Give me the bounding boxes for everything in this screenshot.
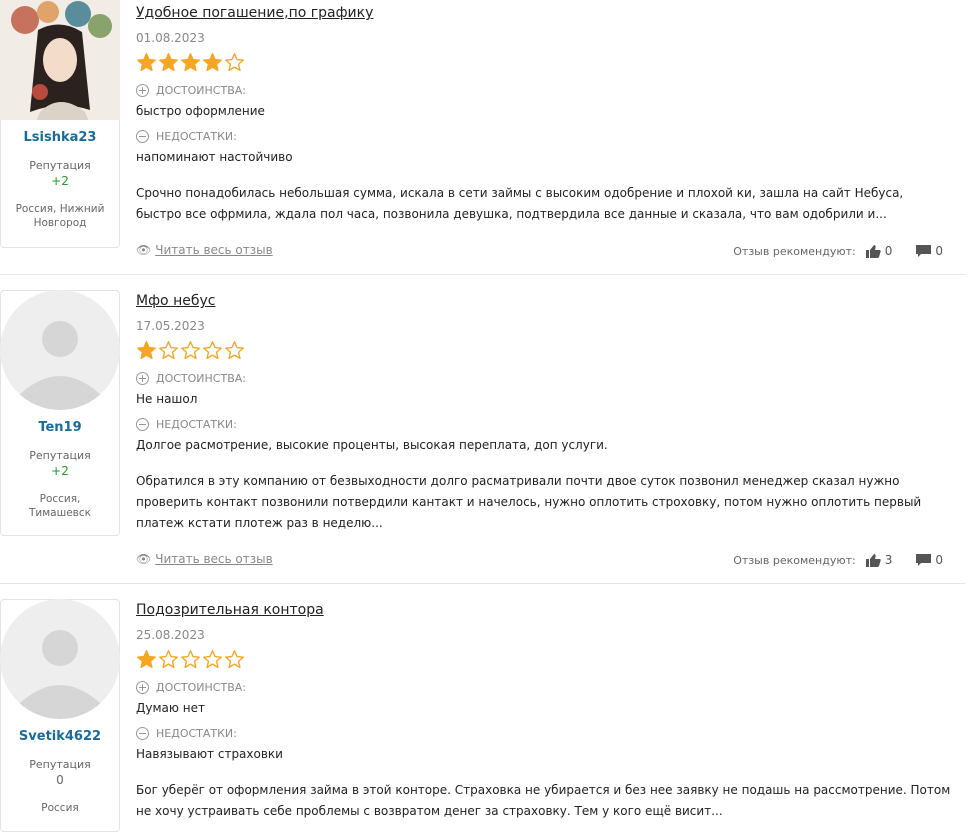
comment-icon[interactable] [916,553,932,567]
rating-stars [136,52,246,77]
likes-count: 0 [884,244,893,258]
star-filled-icon [159,53,178,72]
pros-label: + ДОСТОИНСТВА: [136,372,246,385]
review-title[interactable]: Удобное погашение,по графику [136,5,373,21]
recommend-block: Отзыв рекомендуют: 0 0 [733,244,943,258]
read-more: 👁 Читать весь отзыв [136,243,273,257]
star-empty-icon [159,341,178,360]
user-location: Россия, Тимашевск [29,493,91,519]
review-title[interactable]: Мфо небус [136,293,215,309]
user-location: Россия [41,802,79,814]
username[interactable]: Svetik4622 [1,729,119,744]
star-filled-icon [137,53,156,72]
review-date: 17.05.2023 [136,319,205,333]
cons-label: − НЕДОСТАТКИ: [136,130,237,143]
cons-text: Навязывают страховки [136,747,283,761]
star-filled-icon [137,341,156,360]
avatar[interactable] [0,0,120,120]
read-more-link[interactable]: Читать весь отзыв [155,243,272,257]
username[interactable]: Lsishka23 [1,130,119,145]
comments-count: 0 [935,553,943,567]
review-title[interactable]: Подозрительная контора [136,602,324,618]
reputation-value: 0 [56,773,64,787]
eye-icon: 👁 [136,552,152,566]
star-filled-icon [181,53,200,72]
cons-text: Долгое расмотрение, высокие проценты, вы… [136,438,608,452]
thumbs-up-icon[interactable] [865,244,881,258]
minus-icon: − [136,418,149,431]
review-body: Бог уберёг от оформления займа в этой ко… [136,783,951,818]
review-date: 01.08.2023 [136,31,205,45]
cons-text: напоминают настойчиво [136,150,293,164]
star-empty-icon [203,341,222,360]
review-date: 25.08.2023 [136,628,205,642]
author-card: Ten19 Репутация +2 Россия, Тимашевск [0,290,120,536]
comment-icon[interactable] [916,244,932,258]
pros-label: + ДОСТОИНСТВА: [136,681,246,694]
minus-icon: − [136,727,149,740]
rating-stars [136,649,246,674]
plus-icon: + [136,372,149,385]
pros-text: Думаю нет [136,701,206,715]
minus-icon: − [136,130,149,143]
star-empty-icon [225,53,244,72]
username[interactable]: Ten19 [1,420,119,435]
reputation-value: +2 [51,464,69,478]
reputation-label: Репутация [29,449,91,462]
cons-label: − НЕДОСТАТКИ: [136,418,237,431]
plus-icon: + [136,681,149,694]
author-card: Lsishka23 Репутация +2 Россия, Нижний Но… [0,0,120,248]
divider [0,274,965,275]
plus-icon: + [136,84,149,97]
star-filled-icon [137,650,156,669]
reputation-label: Репутация [29,758,91,771]
cons-label: − НЕДОСТАТКИ: [136,727,237,740]
avatar[interactable] [0,290,120,410]
read-more-link[interactable]: Читать весь отзыв [155,552,272,566]
divider [0,583,965,584]
star-empty-icon [225,650,244,669]
reputation-label: Репутация [29,159,91,172]
recommend-label: Отзыв рекомендуют: [733,553,856,567]
recommend-block: Отзыв рекомендуют: 3 0 [733,553,943,567]
star-empty-icon [181,650,200,669]
pros-text: Не нашол [136,392,198,406]
avatar[interactable] [0,599,120,719]
reputation-value: +2 [51,174,69,188]
rating-stars [136,340,246,365]
star-empty-icon [181,341,200,360]
review-body: Срочно понадобилась небольшая сумма, иск… [136,186,904,221]
star-filled-icon [203,53,222,72]
user-location: Россия, Нижний Новгород [15,203,105,229]
star-empty-icon [159,650,178,669]
pros-label: + ДОСТОИНСТВА: [136,84,246,97]
recommend-label: Отзыв рекомендуют: [733,244,856,258]
review-body: Обратился в эту компанию от безвыходност… [136,474,922,530]
comments-count: 0 [935,244,943,258]
eye-icon: 👁 [136,243,152,257]
star-empty-icon [225,341,244,360]
author-card: Svetik4622 Репутация 0 Россия [0,599,120,832]
pros-text: быстро оформление [136,104,265,118]
read-more: 👁 Читать весь отзыв [136,552,273,566]
star-empty-icon [203,650,222,669]
thumbs-up-icon[interactable] [865,553,881,567]
likes-count: 3 [884,553,893,567]
